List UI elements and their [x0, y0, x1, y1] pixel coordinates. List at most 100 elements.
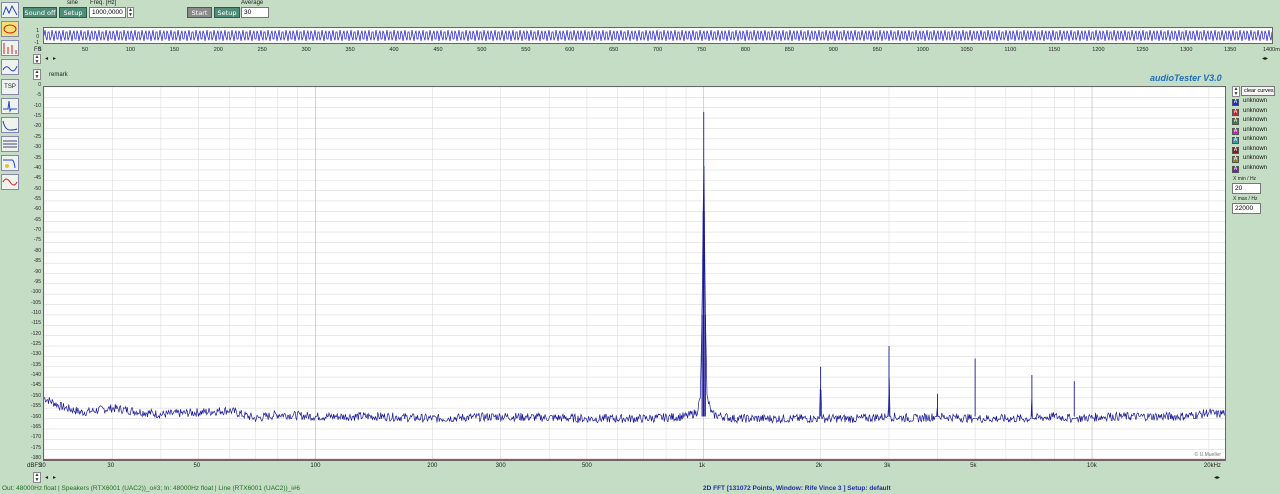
tool-tsp-icon[interactable]: TSP — [1, 79, 19, 95]
scope-scroll-left-icon[interactable]: ◂ — [45, 55, 48, 62]
scope-plot — [43, 27, 1273, 44]
fft-scroll-right-icon[interactable]: ▸ — [53, 474, 56, 481]
scope-x-tick: 1050 — [960, 47, 973, 53]
legend-swatch[interactable]: A — [1232, 165, 1239, 173]
legend-item[interactable]: Aunknown — [1232, 108, 1276, 117]
fft-y-tick: -105 — [30, 299, 41, 306]
tool-scope-icon[interactable] — [1, 2, 19, 18]
fft-y-tick: -95 — [33, 278, 41, 285]
legend-label: unknown — [1243, 126, 1268, 133]
scope-x-tick: 1300 — [1180, 47, 1193, 53]
fft-y-tick: -85 — [33, 258, 41, 265]
fft-y-tick: -65 — [33, 216, 41, 223]
scope-x-tick: 900 — [828, 47, 838, 53]
scope-x-tick: 850 — [784, 47, 794, 53]
scope-zoom-spinner[interactable]: ▲ ▼ — [33, 54, 41, 65]
legend-swatch[interactable]: A — [1232, 108, 1239, 116]
scope-y-axis: 1 0 -1 — [24, 28, 42, 47]
fft-x-axis: 20 30 50 100 200 300 500 1k 2k 3k 5k 10k 20kHz — [39, 463, 1226, 472]
brand-title: audioTester V3.0 — [1150, 73, 1222, 83]
tool-lissajous-icon[interactable] — [1, 21, 19, 37]
legend-item[interactable]: Aunknown — [1232, 117, 1276, 126]
fft-y-tick: -75 — [33, 237, 41, 244]
legend-swatch[interactable]: A — [1232, 156, 1239, 163]
fft-x-tick: 1k — [698, 463, 706, 469]
scope-x-tick: 1400ms — [1263, 47, 1280, 53]
scope-x-tick: 1350 — [1224, 47, 1237, 53]
clear-curves-button[interactable]: clear curves — [1241, 86, 1275, 96]
tool-fft-icon[interactable] — [1, 40, 19, 56]
scope-scroll-end-icon[interactable]: ◂▸ — [1262, 55, 1268, 62]
scope-x-tick: 800 — [740, 47, 751, 53]
tool-impulse-icon[interactable] — [1, 98, 19, 114]
scope-x-tick: 1150 — [1048, 47, 1061, 53]
scope-x-tick: 100 — [125, 47, 136, 53]
fft-scroll-end-icon[interactable]: ◂▸ — [1214, 474, 1220, 481]
fft-y-tick: -100 — [30, 289, 41, 296]
legend-item[interactable]: Aunknown — [1232, 165, 1276, 174]
fft-y-tick: -165 — [30, 423, 41, 430]
legend-item[interactable]: Aunknown — [1232, 127, 1276, 136]
start-button[interactable]: Start — [187, 7, 212, 18]
fft-y-tick: -35 — [33, 154, 41, 161]
fft-zoom-spinner[interactable]: ▲ ▼ — [33, 472, 41, 483]
scope-x-tick: 200 — [213, 47, 223, 53]
fft-y-tick: -80 — [33, 247, 41, 254]
legend-spinner[interactable]: ▲ ▼ — [1232, 86, 1240, 97]
xmin-input[interactable]: 20 — [1232, 183, 1261, 194]
fft-y-tick: -5 — [36, 92, 41, 99]
fft-x-tick: 300 — [495, 463, 506, 469]
remark-label[interactable]: remark — [49, 72, 68, 78]
legend-swatch[interactable]: A — [1232, 137, 1239, 144]
fft-scroll-left-icon[interactable]: ◂ — [45, 474, 48, 481]
fft-y-tick: -120 — [30, 330, 41, 337]
status-io: Out: 48000Hz float | Speakers (RTX6001 (… — [2, 485, 300, 492]
legend-item[interactable]: Aunknown — [1232, 98, 1276, 107]
scope-x-tick: 1000 — [916, 47, 929, 53]
scope-x-tick: 750 — [696, 47, 707, 53]
freq-spinner[interactable]: ▲ ▼ — [127, 7, 134, 18]
fft-y-tick: -30 — [33, 144, 41, 151]
xmin-label: X min / Hz — [1233, 176, 1257, 182]
legend-swatch[interactable]: A — [1232, 146, 1239, 154]
tool-sweep-icon[interactable] — [1, 117, 19, 133]
legend-item[interactable]: Aunknown — [1232, 155, 1276, 164]
sound-off-button[interactable]: Sound off — [23, 7, 57, 18]
fft-plot: © U.Mueller — [43, 86, 1226, 461]
scope-x-tick: 1200 — [1092, 47, 1105, 53]
tool-waterfall-icon[interactable] — [1, 136, 19, 152]
fft-x-tick: 200 — [427, 463, 438, 469]
scope-x-tick: 600 — [565, 47, 575, 53]
legend-label: unknown — [1243, 117, 1268, 123]
fft-y-tick: -125 — [30, 341, 41, 348]
remark-spinner[interactable]: ▲ ▼ — [33, 69, 41, 80]
waveform-label: sine — [67, 0, 79, 6]
fft-y-tick: -50 — [33, 185, 41, 192]
tool-distortion-icon[interactable] — [1, 174, 19, 190]
tool-filter-icon[interactable] — [1, 155, 19, 171]
fft-y-tick: -40 — [33, 164, 41, 171]
xmax-input[interactable]: 22000 — [1232, 203, 1261, 214]
fft-x-tick: 3k — [883, 463, 891, 469]
freq-input[interactable]: 1000,0000 — [89, 7, 126, 18]
tool-spectrum-icon[interactable] — [1, 59, 19, 75]
xmax-label: X max / Hz — [1233, 196, 1258, 202]
fft-y-tick: 0 — [38, 82, 41, 88]
scope-x-tick: 150 — [169, 47, 179, 53]
scope-scroll-right-icon[interactable]: ▸ — [53, 55, 56, 62]
legend-item[interactable]: Aunknown — [1232, 136, 1276, 145]
fft-y-tick: -180 — [30, 455, 41, 461]
legend-swatch[interactable]: A — [1232, 127, 1239, 135]
fft-y-tick: -45 — [33, 175, 41, 182]
scope-x-tick: 500 — [477, 47, 487, 53]
legend-item[interactable]: Aunknown — [1232, 146, 1276, 155]
fft-y-tick: -135 — [30, 361, 41, 368]
legend-swatch[interactable]: A — [1232, 99, 1239, 106]
generator-setup-button[interactable]: Setup — [59, 7, 87, 18]
scope-x-tick: 0 — [38, 47, 42, 53]
average-label: Average — [241, 0, 264, 6]
legend-swatch[interactable]: A — [1232, 118, 1239, 125]
analyzer-setup-button[interactable]: Setup — [214, 7, 240, 18]
fft-y-tick: -140 — [30, 372, 41, 379]
average-input[interactable]: 30 — [241, 7, 269, 18]
